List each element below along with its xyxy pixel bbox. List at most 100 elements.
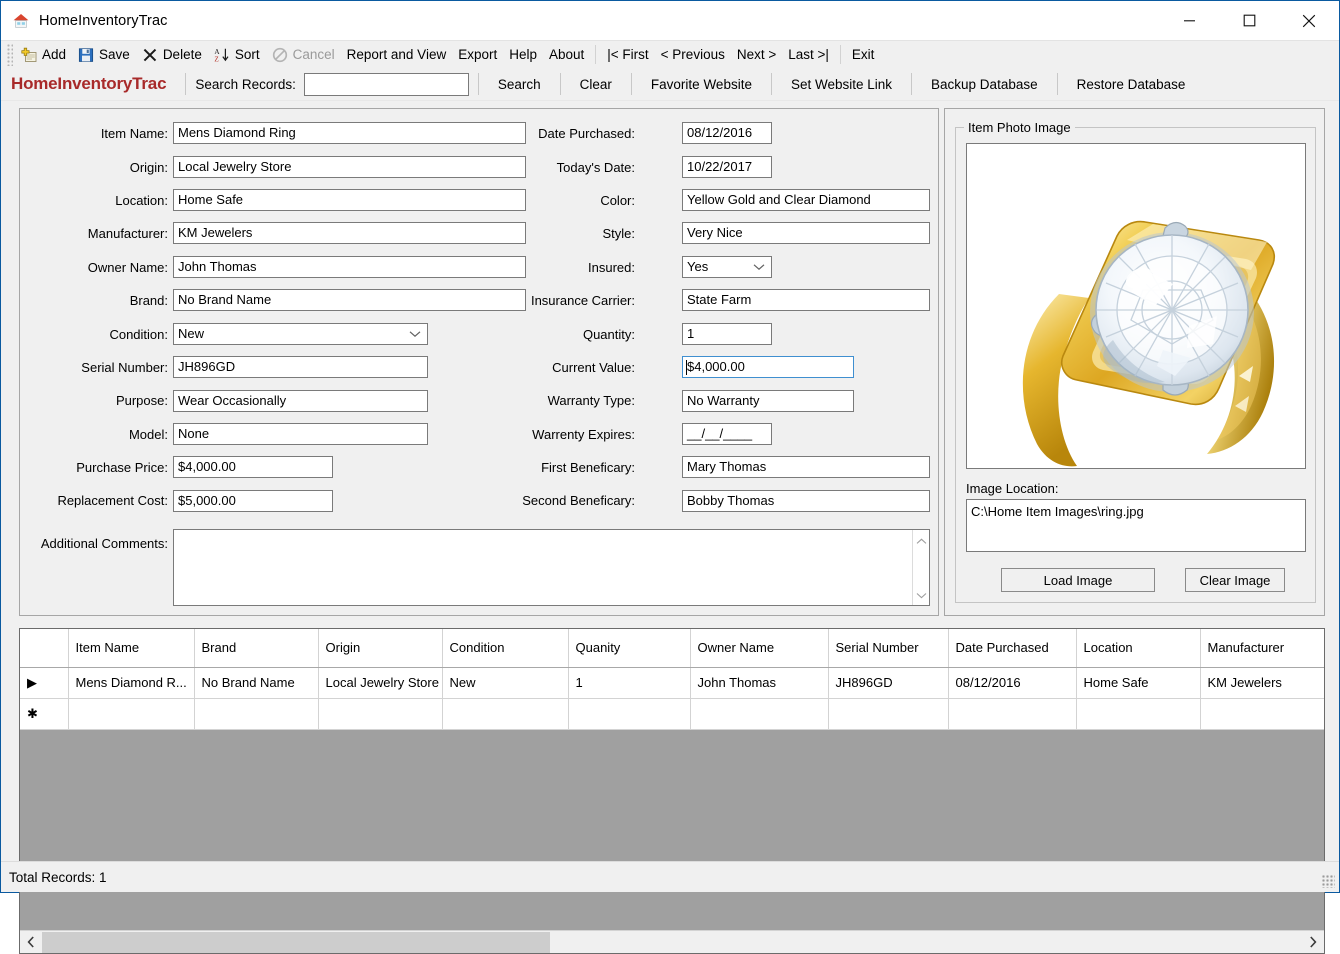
warranty-expires-input[interactable]: __/__/____ [682,423,772,445]
first-beneficiary-input[interactable]: Mary Thomas [682,456,930,478]
grid-newrow-cell-manufacturer[interactable] [1200,698,1324,730]
owner-name-input[interactable]: John Thomas [173,256,526,278]
grid-cell-serial-number[interactable]: JH896GD [828,667,949,699]
grid-newrow-cell-serial-number[interactable] [828,698,949,730]
application-window: HomeInventoryTrac Add Save Delete A Z So… [0,0,1340,954]
toolbar-about-button[interactable]: About [543,43,590,66]
set-website-link-button[interactable]: Set Website Link [781,72,902,96]
todays-date-input[interactable]: 10/22/2017 [682,156,772,178]
records-data-grid[interactable]: Item Name Brand Origin Condition Quanity… [19,628,1325,954]
style-input[interactable]: Very Nice [682,222,930,244]
grid-newrow-cell-owner-name[interactable] [690,698,829,730]
grid-cell-owner-name[interactable]: John Thomas [690,667,829,699]
color-input[interactable]: Yellow Gold and Clear Diamond [682,189,930,211]
item-name-input[interactable]: Mens Diamond Ring [173,122,526,144]
toolbar-delete-label: Delete [162,47,202,62]
grid-cell-manufacturer[interactable]: KM Jewelers [1200,667,1324,699]
origin-input[interactable]: Local Jewelry Store [173,156,526,178]
grid-column-serial-number[interactable]: Serial Number [828,629,949,668]
toolbar-export-button[interactable]: Export [452,43,503,66]
grid-column-condition[interactable]: Condition [442,629,569,668]
toolbar-cancel-label: Cancel [292,47,335,62]
toolbar-first-button[interactable]: |< First [601,43,654,66]
second-beneficiary-input[interactable]: Bobby Thomas [682,490,930,512]
additional-comments-textarea[interactable] [173,529,930,606]
restore-database-button[interactable]: Restore Database [1067,72,1196,96]
purpose-input[interactable]: Wear Occasionally [173,390,428,412]
model-input[interactable]: None [173,423,428,445]
quantity-input[interactable]: 1 [682,323,772,345]
purchase-price-input[interactable]: $4,000.00 [173,456,333,478]
load-image-button[interactable]: Load Image [1001,568,1155,592]
chevron-up-icon[interactable] [916,533,927,548]
current-value-input[interactable]: $4,000.00 [682,356,854,378]
search-input[interactable] [303,72,469,96]
toolbar-help-button[interactable]: Help [503,43,543,66]
clear-search-button[interactable]: Clear [570,72,622,96]
toolbar-report-button[interactable]: Report and View [341,43,453,66]
window-controls [1159,1,1339,40]
close-button[interactable] [1279,1,1339,40]
minimize-button[interactable] [1159,1,1219,40]
grid-column-quantity[interactable]: Quanity [568,629,691,668]
warranty-type-label: Warranty Type: [547,393,635,408]
table-row[interactable]: ▶ Mens Diamond R... No Brand Name Local … [20,667,1324,699]
grid-column-brand[interactable]: Brand [194,629,319,668]
comments-scrollbar[interactable] [912,530,929,605]
grid-cell-item-name[interactable]: Mens Diamond R... [68,667,195,699]
replacement-cost-input[interactable]: $5,000.00 [173,490,333,512]
grid-column-date-purchased[interactable]: Date Purchased [948,629,1077,668]
grid-newrow-cell-brand[interactable] [194,698,319,730]
grid-newrow-cell-condition[interactable] [442,698,569,730]
toolbar-next-button[interactable]: Next > [731,43,782,66]
toolbar-last-button[interactable]: Last >| [782,43,835,66]
manufacturer-input[interactable]: KM Jewelers [173,222,526,244]
grid-cell-quantity[interactable]: 1 [568,667,691,699]
warranty-type-input[interactable]: No Warranty [682,390,854,412]
toolbar-save-button[interactable]: Save [72,43,136,66]
location-input[interactable]: Home Safe [173,189,526,211]
grid-cell-condition[interactable]: New [442,667,569,699]
grid-column-item-name[interactable]: Item Name [68,629,195,668]
grid-cell-location[interactable]: Home Safe [1076,667,1201,699]
toolbar-sort-button[interactable]: A Z Sort [208,43,266,66]
condition-combobox[interactable]: New [173,323,428,345]
brand-input[interactable]: No Brand Name [173,289,526,311]
insured-combobox[interactable]: Yes [682,256,772,278]
grid-column-origin[interactable]: Origin [318,629,443,668]
clear-image-button[interactable]: Clear Image [1185,568,1285,592]
toolbar-previous-button[interactable]: < Previous [655,43,731,66]
chevron-down-icon[interactable] [916,587,927,602]
grid-cell-origin[interactable]: Local Jewelry Store [318,667,443,699]
grid-horizontal-scrollbar[interactable] [20,930,1324,953]
grid-scroll-thumb[interactable] [42,931,550,953]
search-button[interactable]: Search [488,72,551,96]
toolbar-delete-button[interactable]: Delete [136,43,208,66]
grid-newrow-cell-quantity[interactable] [568,698,691,730]
date-purchased-input[interactable]: 08/12/2016 [682,122,772,144]
resize-grip-icon[interactable] [1322,875,1335,888]
grid-scroll-track[interactable] [42,931,1302,953]
chevron-right-icon[interactable] [1302,931,1324,953]
grid-column-location[interactable]: Location [1076,629,1201,668]
grid-cell-date-purchased[interactable]: 08/12/2016 [948,667,1077,699]
grid-cell-brand[interactable]: No Brand Name [194,667,319,699]
favorite-website-button[interactable]: Favorite Website [641,72,762,96]
table-row[interactable]: ✱ [20,698,1324,730]
grid-column-manufacturer[interactable]: Manufacturer [1200,629,1324,668]
backup-database-button[interactable]: Backup Database [921,72,1048,96]
toolbar-grip[interactable] [7,43,13,66]
grid-newrow-cell-location[interactable] [1076,698,1201,730]
toolbar-add-button[interactable]: Add [15,43,72,66]
maximize-button[interactable] [1219,1,1279,40]
grid-newrow-cell-item-name[interactable] [68,698,195,730]
serial-number-input[interactable]: JH896GD [173,356,428,378]
grid-newrow-cell-date-purchased[interactable] [948,698,1077,730]
toolbar-cancel-button[interactable]: Cancel [266,43,341,66]
insurance-carrier-input[interactable]: State Farm [682,289,930,311]
grid-newrow-cell-origin[interactable] [318,698,443,730]
toolbar-exit-button[interactable]: Exit [846,43,881,66]
chevron-left-icon[interactable] [20,931,42,953]
image-location-input[interactable]: C:\Home Item Images\ring.jpg [966,499,1306,552]
grid-column-owner-name[interactable]: Owner Name [690,629,829,668]
